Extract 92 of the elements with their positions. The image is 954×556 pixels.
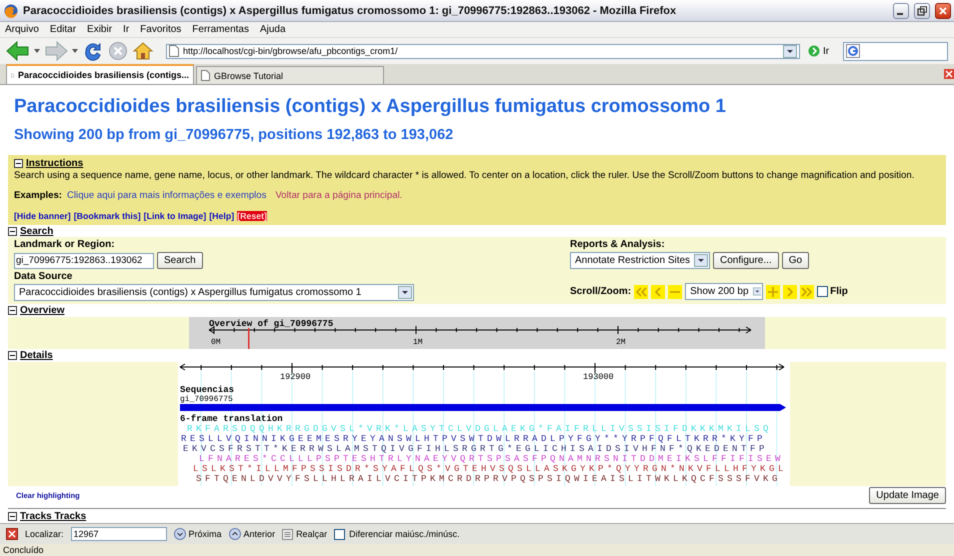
menu-item[interactable]: Editar xyxy=(50,24,76,35)
zoom-dropdown[interactable]: Show 200 bp xyxy=(685,283,764,300)
banner-link[interactable]: [Help] xyxy=(209,211,234,221)
back-arrow-icon[interactable] xyxy=(6,40,30,62)
field-label: Landmark or Region: xyxy=(14,239,116,250)
back-link[interactable]: Voltar para a página principal. xyxy=(275,190,402,201)
position-marker xyxy=(248,328,250,349)
banner-link[interactable]: [Link to Image] xyxy=(144,211,206,221)
reset-link[interactable]: [Reset] xyxy=(237,211,267,221)
translation-frame: RKFARSDQQHKRRGDGVSL*VRK*LASYTCLVDGLAEKG*FAIFRLLIVSSISIFDKKKMKILSQ xyxy=(187,424,772,434)
banner-link[interactable]: [Bookmark this] xyxy=(74,211,141,221)
menu-item[interactable]: Arquivo xyxy=(5,24,39,35)
dropdown-caret-icon[interactable] xyxy=(752,285,762,298)
tick-label: 2M xyxy=(616,338,626,347)
dropdown-caret-icon[interactable] xyxy=(694,254,708,267)
search-engine-icon[interactable] xyxy=(846,44,860,58)
status-text: Concluído xyxy=(3,545,44,555)
minimize-button[interactable] xyxy=(893,2,909,18)
landmark-field[interactable]: gi_70996775:192863..193062 xyxy=(14,252,154,268)
translation-frame: LSLKST*ILLMFPSSISDR*SYAFLQS*VGTEHVSQSLLASKGYKP*QYYRGN*NKVFLLHFYKGL xyxy=(193,464,788,474)
menu-item[interactable]: Favoritos xyxy=(140,24,182,35)
close-icon[interactable] xyxy=(6,528,18,540)
go-button[interactable]: Ir xyxy=(804,45,834,57)
browser-tab[interactable]: GBrowse Tutorial xyxy=(196,66,384,84)
track-label: Sequencias xyxy=(180,385,234,395)
maximize-button[interactable] xyxy=(914,2,930,18)
collapse-icon[interactable] xyxy=(8,351,17,360)
section-header: Tracks Tracks xyxy=(20,511,86,522)
menu-item[interactable]: Ir xyxy=(123,24,130,35)
page-subtitle: Showing 200 bp from gi_70996775, positions 192,863 to 193,062 xyxy=(14,127,454,143)
tick-label: 1M xyxy=(413,338,423,347)
dropdown-caret-icon[interactable] xyxy=(398,286,412,299)
tick-label: 193000 xyxy=(583,372,614,382)
reports-dropdown[interactable]: Annotate Restriction Sites xyxy=(570,252,710,269)
translation-frame: SFTQENLDVVYFSLLHLRAILVCITPKMCRDRPRVPQSPSIQWIEAISLITWKLKQCFSSSFVKG xyxy=(196,474,782,484)
overview-title: Overview of gi_70996775 xyxy=(209,319,334,329)
go-button[interactable]: Go xyxy=(782,252,810,269)
translation-frame: EKVCSFRSTT*KERRWSLAMSTQIVGFIHLSRGRTG*EGLICHISAIDSIVHFNF*QKEDENTFP xyxy=(183,444,768,454)
section-header: Overview xyxy=(20,305,64,316)
track-name: gi_70996775 xyxy=(180,395,233,404)
update-image-button[interactable]: Update Image xyxy=(869,487,946,504)
configure-button[interactable]: Configure... xyxy=(713,252,779,269)
close-tab-icon[interactable] xyxy=(944,69,954,79)
next-button[interactable]: Próxima xyxy=(174,528,222,540)
find-label: Localizar: xyxy=(25,529,64,539)
collapse-icon[interactable] xyxy=(8,227,17,236)
section-header: Instructions xyxy=(26,158,84,169)
section-header: Search xyxy=(20,226,54,237)
page-title: Paracoccidioides brasiliensis (contigs) x Aspergillus fumigatus cromossomo 1 xyxy=(14,96,727,118)
collapse-icon[interactable] xyxy=(8,512,17,521)
field-label: Scroll/Zoom: xyxy=(570,286,632,297)
field-label: Data Source xyxy=(14,271,74,282)
find-field[interactable]: 12967 xyxy=(70,527,167,541)
search-button[interactable]: Search xyxy=(157,252,203,269)
search-field[interactable] xyxy=(843,42,948,60)
checkbox[interactable] xyxy=(817,286,828,297)
previous-button[interactable]: Anterior xyxy=(228,528,276,540)
tick-label: 0M xyxy=(211,338,221,347)
browser-tab[interactable]: Paracoccidioides brasiliensis (contigs... xyxy=(6,64,194,84)
page-icon xyxy=(169,45,179,57)
match-case-checkbox[interactable]: Diferenciar maiúsc./minúsc. xyxy=(334,528,460,540)
section-header: Details xyxy=(20,350,53,361)
restore-icon[interactable] xyxy=(917,6,927,16)
menu-item[interactable]: Ferramentas xyxy=(192,24,249,35)
translation-frame: RESLLVQINNIKGEEMESRYEYANSWLHTPVSWTDWLRRADLPYFGY**YRPFQFLTKRR*KYFP xyxy=(181,434,766,444)
go-icon xyxy=(808,45,820,57)
menu-item[interactable]: Exibir xyxy=(87,24,112,35)
firefox-icon xyxy=(4,4,18,18)
menu-item[interactable]: Ajuda xyxy=(260,24,286,35)
instructions-text: Search using a sequence name, gene name, locus, or other landmark. The wildcard character * is allowed. To center on a location, click the ruler. Use the Scroll/Zoom buttons to change magnification and position. xyxy=(14,170,916,181)
flip-checkbox[interactable]: Flip xyxy=(817,286,848,297)
tick-label: 192900 xyxy=(280,372,311,382)
examples-link[interactable]: Clique aqui para mais informações e exemplos xyxy=(67,190,266,201)
page-icon xyxy=(201,70,210,81)
dropdown-caret-icon[interactable] xyxy=(34,49,40,53)
checkbox[interactable] xyxy=(334,528,346,540)
translation-frame: LFNARES*CCLLLPSPTESHTRLYNAEYVQRTSPSASFPQNAMNRSNITDDMEIKSLFFIFISEW xyxy=(199,454,784,464)
highlight-button[interactable]: Realçar xyxy=(282,528,328,540)
dropdown-caret-icon[interactable] xyxy=(72,49,78,53)
collapse-icon[interactable] xyxy=(14,159,23,168)
window-title: Paracoccidioides brasiliensis (contigs) x Aspergillus fumigatus cromossomo 1: gi_70996775:192863..193062 - Mozilla Firefox xyxy=(23,4,678,16)
banner-link[interactable]: [Hide banner] xyxy=(14,211,71,221)
home-icon[interactable] xyxy=(132,40,154,62)
data-source-dropdown[interactable]: Paracoccidioides brasiliensis (contigs) x Aspergillus fumigatus cromossomo 1 xyxy=(14,284,414,301)
translation-label: 6-frame translation xyxy=(180,414,283,424)
highlight-icon xyxy=(282,528,294,540)
dropdown-caret-icon[interactable] xyxy=(783,44,797,58)
collapse-icon[interactable] xyxy=(8,306,17,315)
address-field[interactable]: http://localhost/cgi-bin/gbrowse/afu_pbcontigs_crom1/ xyxy=(166,44,800,58)
field-label: Reports & Analysis: xyxy=(570,239,666,250)
close-button[interactable] xyxy=(935,2,951,18)
examples-label: Examples: xyxy=(14,190,62,201)
